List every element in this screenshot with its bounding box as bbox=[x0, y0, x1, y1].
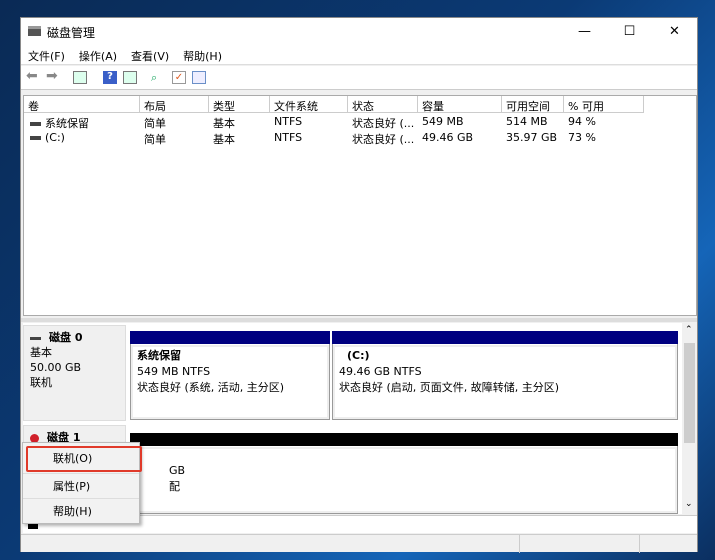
menu-view[interactable]: 查看(V) bbox=[124, 45, 176, 64]
volume-icon bbox=[30, 122, 41, 126]
column-header[interactable]: 卷 bbox=[24, 96, 140, 113]
menu-item-properties[interactable]: 属性(P) bbox=[23, 473, 139, 498]
disk-size: 50.00 GB bbox=[30, 361, 82, 374]
window-title: 磁盘管理 bbox=[47, 26, 96, 40]
menu-file[interactable]: 文件(F) bbox=[21, 45, 72, 64]
help-icon[interactable]: ? bbox=[103, 71, 117, 84]
partition-size: 49.46 GB NTFS bbox=[339, 365, 422, 378]
forward-icon[interactable]: ➡ bbox=[46, 68, 60, 84]
vertical-scrollbar[interactable]: ⌃ ⌄ bbox=[682, 323, 697, 514]
table-cell[interactable]: 状态良好 (... bbox=[348, 115, 418, 131]
volume-name: (C:) bbox=[45, 131, 65, 144]
partition-status: 配 bbox=[169, 480, 180, 493]
disk-icon bbox=[30, 336, 41, 340]
partition-c[interactable]: (C:) 49.46 GB NTFS 状态良好 (启动, 页面文件, 故障转储,… bbox=[332, 344, 678, 420]
disk-app-icon bbox=[28, 26, 41, 36]
connect-icon[interactable]: ⌕ bbox=[151, 71, 165, 84]
pane-splitter[interactable] bbox=[21, 318, 697, 322]
disk-name: 磁盘 0 bbox=[49, 331, 83, 344]
toolbar: ⬅ ➡ ? ⌕ ✓ bbox=[21, 66, 697, 90]
volume-list: 卷布局 类型 文件系统 状态 容量 可用空间% 可用 系统保留 简单 基本 NTFS 状态良好 (… bbox=[23, 95, 697, 316]
volume-name: 系统保留 bbox=[45, 117, 89, 130]
status-bar bbox=[21, 534, 697, 553]
menu-help[interactable]: 帮助(H) bbox=[176, 45, 229, 64]
table-cell[interactable]: NTFS bbox=[270, 115, 348, 131]
disk-type: 基本 bbox=[30, 346, 52, 359]
partition-unallocated[interactable]: GB 配 bbox=[130, 446, 678, 514]
volume-name-cell[interactable]: (C:) bbox=[26, 131, 142, 147]
column-header[interactable]: 文件系统 bbox=[270, 96, 348, 113]
close-button[interactable]: ✕ bbox=[652, 18, 697, 45]
table-cell[interactable]: NTFS bbox=[270, 131, 348, 147]
table-cell[interactable]: 简单 bbox=[140, 131, 209, 147]
context-menu: 联机(O) 属性(P) 帮助(H) bbox=[22, 442, 142, 524]
table-cell[interactable]: 73 % bbox=[564, 131, 644, 147]
partition-system-reserved[interactable]: 系统保留 549 MB NTFS 状态良好 (系统, 活动, 主分区) bbox=[130, 344, 330, 420]
table-cell[interactable]: 94 % bbox=[564, 115, 644, 131]
partition-bar bbox=[332, 331, 678, 344]
disk-0-label[interactable]: 磁盘 0 基本 50.00 GB 联机 bbox=[23, 325, 126, 421]
scrollbar-thumb[interactable] bbox=[684, 343, 695, 443]
table-cell[interactable]: 状态良好 (... bbox=[348, 131, 418, 147]
column-header[interactable]: 布局 bbox=[140, 96, 209, 113]
minimize-button[interactable]: — bbox=[562, 18, 607, 45]
scroll-down-icon[interactable]: ⌄ bbox=[685, 499, 693, 509]
table-cell[interactable]: 简单 bbox=[140, 115, 209, 131]
volume-icon bbox=[30, 136, 41, 140]
check-icon[interactable]: ✓ bbox=[172, 71, 186, 84]
back-icon[interactable]: ⬅ bbox=[26, 68, 40, 84]
column-header[interactable]: 类型 bbox=[209, 96, 270, 113]
table-cell[interactable]: 49.46 GB bbox=[418, 131, 502, 147]
column-header[interactable]: 容量 bbox=[418, 96, 502, 113]
partition-size: GB bbox=[169, 464, 186, 477]
unallocated-bar bbox=[130, 433, 678, 446]
column-header[interactable]: % 可用 bbox=[564, 96, 644, 113]
console-tree-icon[interactable] bbox=[73, 71, 87, 84]
maximize-button[interactable]: ☐ bbox=[607, 18, 652, 45]
menu-action[interactable]: 操作(A) bbox=[72, 45, 124, 64]
partition-bar bbox=[130, 331, 330, 344]
properties-icon[interactable] bbox=[192, 71, 206, 84]
column-header[interactable]: 可用空间 bbox=[502, 96, 564, 113]
volume-name-cell[interactable]: 系统保留 bbox=[26, 115, 142, 131]
menu-item-help[interactable]: 帮助(H) bbox=[23, 498, 139, 523]
partition-name: 系统保留 bbox=[137, 349, 181, 362]
scroll-up-icon[interactable]: ⌃ bbox=[685, 325, 693, 335]
table-cell[interactable]: 549 MB bbox=[418, 115, 502, 131]
title-bar: 磁盘管理 — ☐ ✕ bbox=[21, 18, 697, 45]
action-pane-icon[interactable] bbox=[123, 71, 137, 84]
menu-bar: 文件(F) 操作(A) 查看(V) 帮助(H) bbox=[21, 45, 697, 65]
table-cell[interactable]: 基本 bbox=[209, 131, 270, 147]
partition-status: 状态良好 (启动, 页面文件, 故障转储, 主分区) bbox=[339, 381, 560, 394]
disk-status: 联机 bbox=[30, 376, 52, 389]
table-cell[interactable]: 基本 bbox=[209, 115, 270, 131]
partition-name: (C:) bbox=[347, 349, 370, 362]
partition-size: 549 MB NTFS bbox=[137, 365, 211, 378]
table-cell[interactable]: 35.97 GB bbox=[502, 131, 564, 147]
partition-status: 状态良好 (系统, 活动, 主分区) bbox=[137, 381, 285, 394]
column-header[interactable]: 状态 bbox=[348, 96, 418, 113]
table-cell[interactable]: 514 MB bbox=[502, 115, 564, 131]
highlight-box bbox=[26, 446, 142, 472]
